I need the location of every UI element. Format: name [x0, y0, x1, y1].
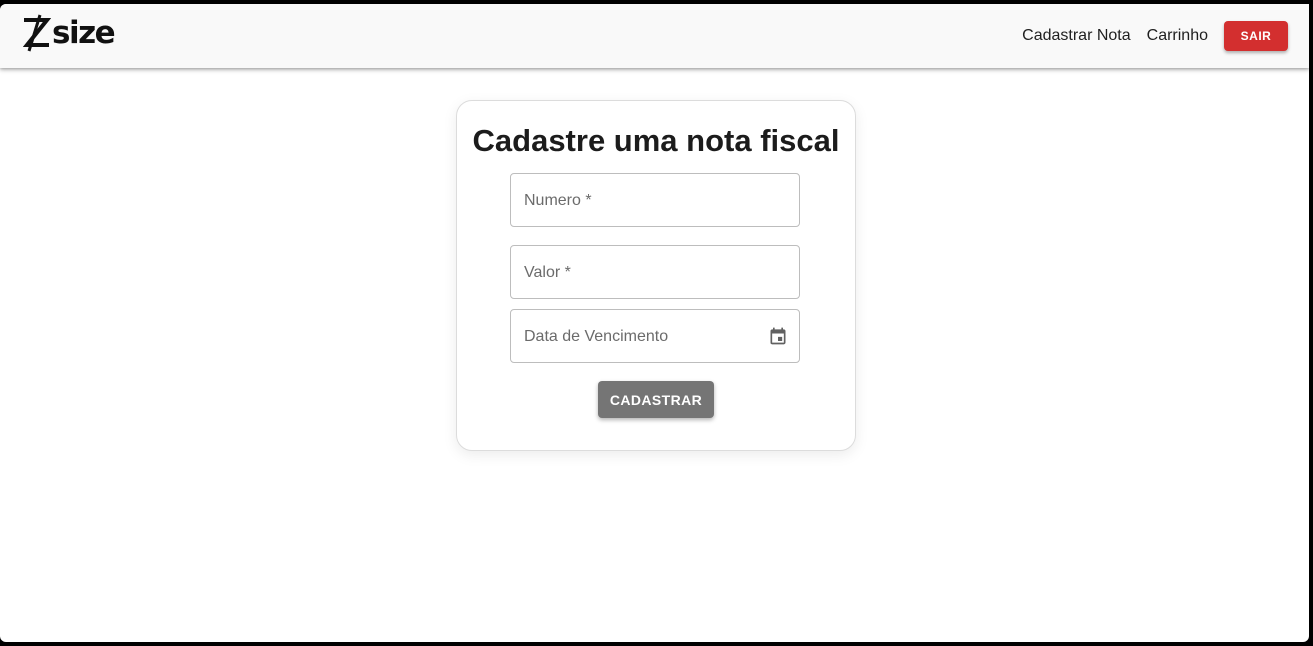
- logo-icon: [23, 14, 51, 52]
- logo-text: size: [52, 15, 116, 51]
- logout-button[interactable]: SAIR: [1224, 21, 1288, 51]
- valor-field[interactable]: Valor *: [510, 245, 800, 299]
- vencimento-field[interactable]: Data de Vencimento: [510, 309, 800, 363]
- nav-link-cadastrar-nota[interactable]: Cadastrar Nota: [1022, 22, 1131, 50]
- nav-link-carrinho[interactable]: Carrinho: [1147, 22, 1208, 50]
- logo[interactable]: size: [23, 12, 116, 54]
- numero-field[interactable]: Numero *: [510, 173, 800, 227]
- app-window: size Cadastrar Nota Carrinho SAIR Cadast…: [0, 4, 1309, 642]
- navbar: size Cadastrar Nota Carrinho SAIR: [0, 4, 1309, 68]
- cadastrar-button[interactable]: CADASTRAR: [598, 381, 714, 418]
- nav-menu: Cadastrar Nota Carrinho SAIR: [1022, 21, 1288, 51]
- vencimento-label: Data de Vencimento: [524, 328, 669, 345]
- calendar-icon[interactable]: [768, 326, 788, 346]
- invoice-form-card: Cadastre uma nota fiscal Numero * Valor …: [456, 100, 856, 451]
- valor-label: Valor *: [524, 264, 571, 281]
- page-title: Cadastre uma nota fiscal: [472, 123, 840, 158]
- numero-label: Numero *: [524, 192, 592, 209]
